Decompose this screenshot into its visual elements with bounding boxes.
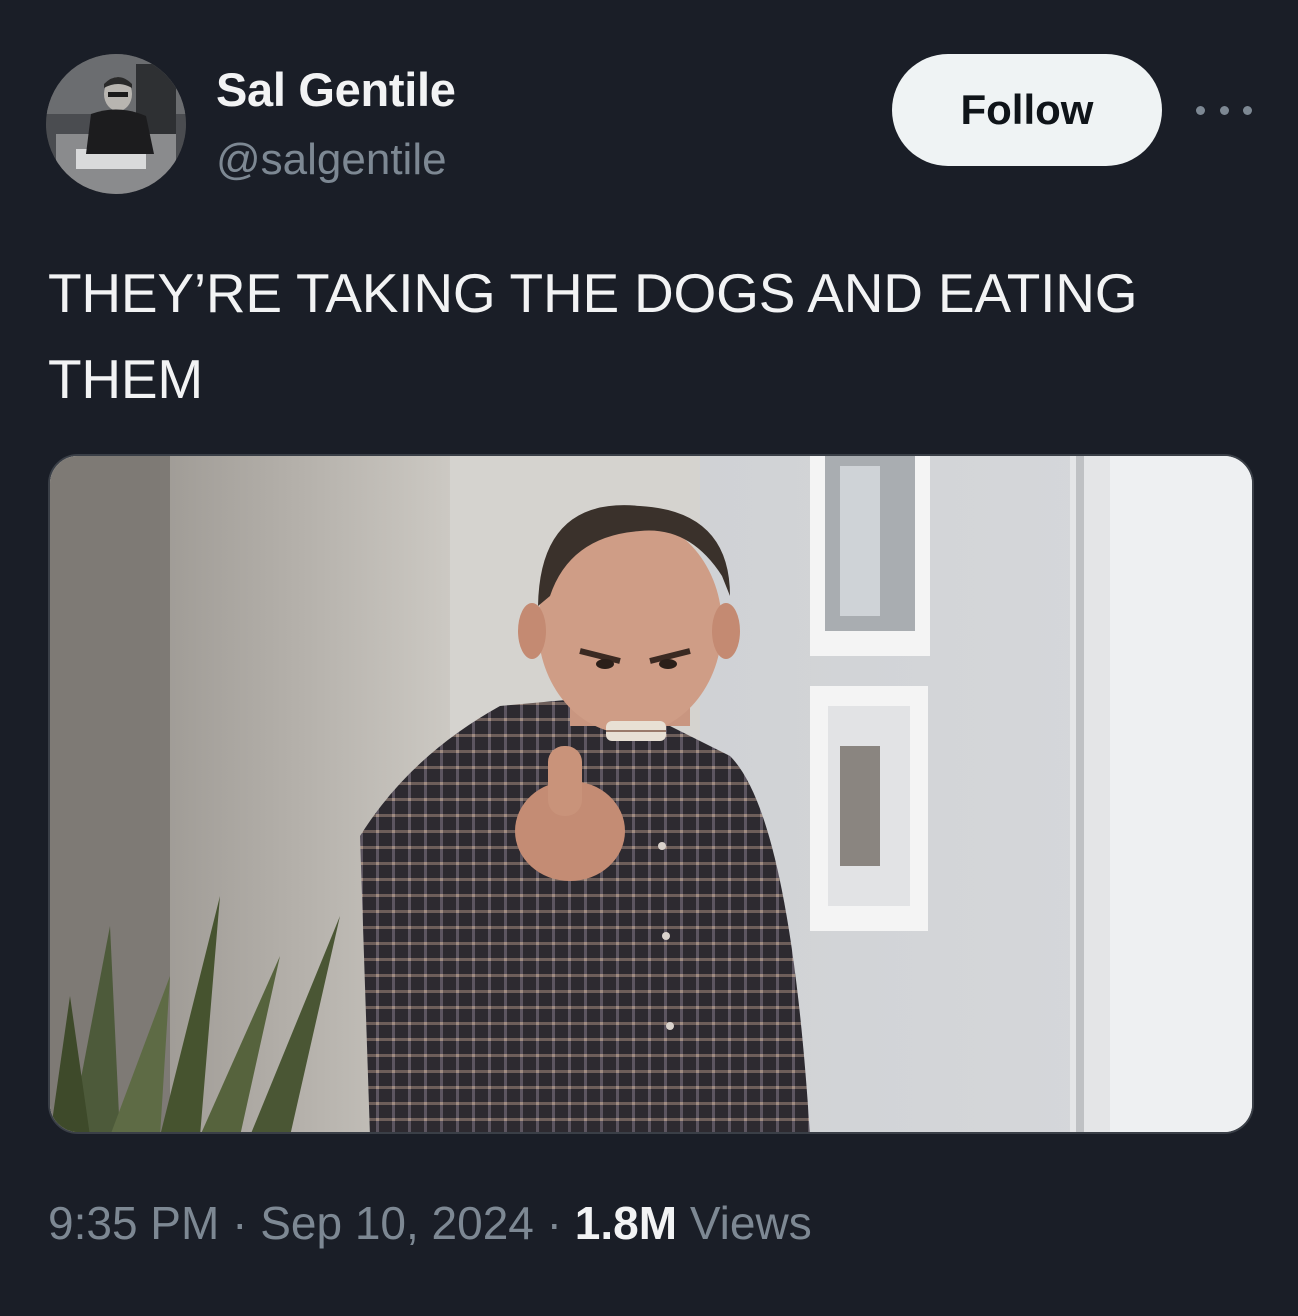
author-avatar[interactable] — [46, 54, 186, 194]
more-options-icon[interactable] — [1196, 96, 1252, 124]
dot — [1219, 105, 1229, 115]
tweet-meta: 9:35 PM · Sep 10, 2024 · 1.8M Views — [48, 1196, 812, 1250]
meta-separator: · — [533, 1197, 575, 1249]
follow-button[interactable]: Follow — [892, 54, 1162, 166]
views-label[interactable]: Views — [677, 1197, 812, 1249]
author-display-name[interactable]: Sal Gentile — [216, 62, 456, 117]
tweet-time[interactable]: 9:35 PM — [48, 1197, 219, 1249]
dot — [1243, 105, 1252, 115]
meta-separator: · — [219, 1197, 261, 1249]
dot — [1196, 105, 1205, 115]
tweet-date[interactable]: Sep 10, 2024 — [260, 1197, 534, 1249]
tweet-media-image[interactable] — [48, 454, 1254, 1134]
tweet-text: THEY’RE TAKING THE DOGS AND EATING THEM — [48, 262, 1138, 410]
views-count[interactable]: 1.8M — [575, 1197, 677, 1249]
author-handle[interactable]: @salgentile — [216, 135, 447, 185]
